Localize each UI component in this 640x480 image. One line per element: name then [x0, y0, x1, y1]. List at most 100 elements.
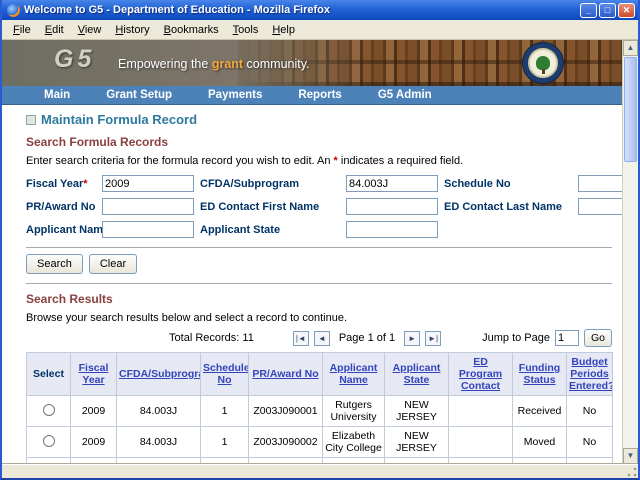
menu-edit[interactable]: Edit: [38, 22, 71, 38]
cell-applicant-state: NEW JERSEY: [385, 427, 449, 458]
cell-ed-program-contact: [449, 427, 513, 458]
nav-reports[interactable]: Reports: [298, 89, 341, 101]
seal-tree-icon: [536, 56, 550, 70]
table-header-row: Select Fiscal Year CFDA/Subprogram Sched…: [27, 353, 613, 396]
menu-history[interactable]: History: [108, 22, 156, 38]
cell-applicant-state: NEW JERSEY: [385, 396, 449, 427]
ed-contact-last-name-label: ED Contact Last Name: [444, 201, 572, 213]
header-cfda-subprogram[interactable]: CFDA/Subprogram: [119, 368, 201, 380]
applicant-state-input[interactable]: [346, 221, 438, 238]
cell-pr-award-no: Z003J090002: [249, 427, 323, 458]
schedule-no-label: Schedule No: [444, 178, 572, 190]
cell-funding-status: Moved: [513, 427, 567, 458]
seal-inner-ring: [528, 48, 558, 78]
cell-applicant-name: Elizabeth City College: [323, 427, 385, 458]
cell-fiscal-year: 2009: [71, 396, 117, 427]
page-title-icon: [26, 115, 36, 125]
pr-award-no-input[interactable]: [102, 198, 194, 215]
search-results-table: Select Fiscal Year CFDA/Subprogram Sched…: [26, 352, 613, 464]
menu-bar: File Edit View History Bookmarks Tools H…: [2, 20, 638, 40]
last-page-button[interactable]: ►|: [425, 331, 441, 346]
cell-schedule-no: 1: [201, 396, 249, 427]
applicant-name-input[interactable]: [102, 221, 194, 238]
firefox-icon: [7, 4, 20, 17]
fiscal-year-required: *: [83, 178, 87, 190]
header-schedule-no[interactable]: Schedule No: [203, 362, 249, 386]
scroll-up-arrow[interactable]: ▲: [623, 40, 638, 56]
menu-bookmarks[interactable]: Bookmarks: [157, 22, 226, 38]
header-applicant-state[interactable]: Applicant State: [393, 362, 441, 386]
scroll-down-arrow[interactable]: ▼: [623, 448, 638, 464]
page-content: Maintain Formula Record Search Formula R…: [2, 105, 622, 464]
header-ed-program-contact[interactable]: ED Program Contact: [459, 356, 502, 392]
header-applicant-name[interactable]: Applicant Name: [330, 362, 378, 386]
nav-g5-admin[interactable]: G5 Admin: [378, 89, 432, 101]
fiscal-year-label: Fiscal Year*: [26, 178, 96, 190]
fiscal-year-input[interactable]: [102, 175, 194, 192]
first-page-button[interactable]: |◄: [293, 331, 309, 346]
cell-pr-award-no: Z003J090001: [249, 396, 323, 427]
menu-view[interactable]: View: [71, 22, 109, 38]
page-indicator: Page 1 of 1: [339, 332, 395, 344]
ed-contact-first-name-input[interactable]: [346, 198, 438, 215]
cell-cfda: 84.003J: [117, 427, 201, 458]
maximize-button[interactable]: □: [599, 3, 616, 18]
header-select: Select: [27, 353, 71, 396]
status-bar: [2, 464, 638, 478]
g5-logo: G5: [54, 45, 95, 74]
fiscal-year-label-text: Fiscal Year: [26, 178, 83, 190]
menu-tools[interactable]: Tools: [226, 22, 266, 38]
total-records-label: Total Records:: [169, 332, 239, 344]
close-button[interactable]: ✕: [618, 3, 635, 18]
header-fiscal-year[interactable]: Fiscal Year: [79, 362, 109, 386]
clear-button[interactable]: Clear: [89, 254, 137, 274]
cfda-subprogram-input[interactable]: [346, 175, 438, 192]
ed-contact-first-name-label: ED Contact First Name: [200, 201, 340, 213]
banner-tagline: Empowering the grant community.: [118, 57, 310, 71]
tagline-pre: Empowering the: [118, 57, 212, 71]
divider: [26, 283, 612, 284]
scrollbar-thumb[interactable]: [624, 57, 637, 162]
search-button[interactable]: Search: [26, 254, 83, 274]
select-record-radio[interactable]: [43, 404, 55, 416]
vertical-scrollbar[interactable]: ▲ ▼: [622, 40, 638, 464]
jump-to-page-label: Jump to Page: [482, 332, 550, 344]
jump-to-page-input[interactable]: [555, 330, 579, 346]
browser-window: Welcome to G5 - Department of Education …: [0, 0, 640, 480]
previous-page-button[interactable]: ◄: [314, 331, 330, 346]
department-of-education-seal: [522, 42, 564, 84]
results-toolbar: Total Records: 11 |◄ ◄ Page 1 of 1 ► ►| …: [26, 329, 612, 347]
search-section-heading: Search Formula Records: [26, 135, 612, 149]
nav-main[interactable]: Main: [44, 89, 70, 101]
menu-file[interactable]: File: [6, 22, 38, 38]
g5-banner: G5 Empowering the grant community.: [2, 40, 622, 86]
cell-funding-status: Received: [513, 396, 567, 427]
results-section-heading: Search Results: [26, 292, 612, 306]
cell-budget-periods: No: [567, 396, 613, 427]
go-button[interactable]: Go: [584, 329, 612, 347]
tagline-post: community.: [243, 57, 309, 71]
scrollbar-track[interactable]: [623, 163, 638, 448]
search-instructions-pre: Enter search criteria for the formula re…: [26, 155, 334, 167]
schedule-no-input[interactable]: [578, 175, 622, 192]
header-funding-status[interactable]: Funding Status: [519, 362, 560, 386]
browser-viewport: G5 Empowering the grant community. Main …: [2, 40, 638, 464]
cell-schedule-no: 1: [201, 427, 249, 458]
search-instructions: Enter search criteria for the formula re…: [26, 155, 612, 167]
select-record-radio[interactable]: [43, 435, 55, 447]
pr-award-no-label: PR/Award No: [26, 201, 96, 213]
menu-help[interactable]: Help: [265, 22, 302, 38]
cell-applicant-name: Rutgers University: [323, 396, 385, 427]
cell-ed-program-contact: [449, 396, 513, 427]
table-row: 2009 84.003J 1 Z003J090002 Elizabeth Cit…: [27, 427, 613, 458]
header-pr-award-no[interactable]: PR/Award No: [252, 368, 318, 380]
resize-grip[interactable]: [626, 466, 638, 478]
next-page-button[interactable]: ►: [404, 331, 420, 346]
page-title: Maintain Formula Record: [41, 112, 197, 127]
header-budget-periods[interactable]: Budget Periods Entered?: [569, 356, 613, 392]
ed-contact-last-name-input[interactable]: [578, 198, 622, 215]
nav-grant-setup[interactable]: Grant Setup: [106, 89, 172, 101]
minimize-button[interactable]: _: [580, 3, 597, 18]
search-form: Fiscal Year* CFDA/Subprogram Schedule No…: [26, 175, 612, 238]
nav-payments[interactable]: Payments: [208, 89, 262, 101]
